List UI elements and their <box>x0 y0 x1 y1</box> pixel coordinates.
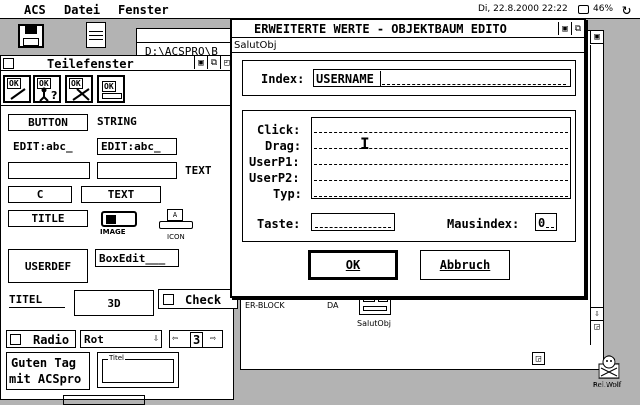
extended-values-dialog[interactable]: ERWEITERTE WERTE - OBJEKTBAUM EDITO ▣ ⧉ … <box>230 18 586 298</box>
tool-ok-person-icon[interactable]: OK ? <box>33 75 61 103</box>
part-string[interactable]: STRING <box>97 115 137 128</box>
ibeam-cursor-icon: I <box>360 134 370 153</box>
battery-icon <box>578 5 589 14</box>
part-icon-caption: ICON <box>167 233 185 241</box>
fuller-icon[interactable]: ▣ <box>590 31 603 44</box>
wolf-mascot-label: Rei.Wolf <box>593 381 622 389</box>
part-box-empty[interactable] <box>8 162 90 179</box>
abbruch-button-label: Abbruch <box>439 258 491 272</box>
part-icon-icon[interactable]: A <box>159 209 193 231</box>
close-icon[interactable] <box>3 58 14 69</box>
spin-left-icon[interactable]: ⇦ <box>172 333 178 344</box>
menu-datei[interactable]: Datei <box>64 3 100 17</box>
teilefenster-title: Teilefenster <box>47 57 134 71</box>
part-image-caption: IMAGE <box>100 228 126 236</box>
iconify-icon[interactable]: ▣ <box>194 56 207 69</box>
drag-label: Drag: <box>265 139 302 153</box>
block-label: ER-BLOCK <box>245 301 285 310</box>
dialog-title: ERWEITERTE WERTE - OBJEKTBAUM EDITO <box>254 22 507 36</box>
click-label: Click: <box>257 123 301 137</box>
index-group: Index: USERNAME <box>242 60 576 96</box>
userp2-field[interactable] <box>314 180 568 181</box>
part-titel[interactable]: TITEL <box>9 293 42 306</box>
menu-acs[interactable]: ACS <box>24 3 46 17</box>
menu-fenster[interactable]: Fenster <box>118 3 169 17</box>
typ-label: Typ: <box>273 187 302 201</box>
iconify-icon[interactable]: ⧉ <box>571 22 584 35</box>
groupbox-title: Titel <box>108 354 126 362</box>
scroll-down-icon[interactable]: ⇩ <box>590 307 603 320</box>
typ-field[interactable] <box>314 196 568 197</box>
taste-label: Taste: <box>257 217 301 231</box>
ok-button[interactable]: OK <box>308 250 398 280</box>
drag-field[interactable] <box>314 148 568 149</box>
fuller-icon[interactable]: ▣ <box>558 22 571 35</box>
menu-bar: ACS Datei Fenster Di, 22.8.2000 22:22 46… <box>0 0 640 19</box>
maus-label: Mausindex: <box>447 217 520 231</box>
part-text-button[interactable]: TEXT <box>81 186 161 203</box>
part-bottom-box[interactable] <box>63 395 145 405</box>
part-check[interactable]: Check <box>158 289 238 309</box>
teilefenster-window[interactable]: Teilefenster ▣ ⧉ ◰ OK OK ? OK OK BUTTON … <box>0 55 238 405</box>
taste-input[interactable] <box>311 213 395 231</box>
fields-input-area[interactable]: I <box>311 117 571 199</box>
tool-ok-eraser-icon[interactable]: OK <box>65 75 93 103</box>
da-label: DA <box>327 301 339 310</box>
abbruch-button[interactable]: Abbruch <box>420 250 510 280</box>
maus-input[interactable]: 0 <box>535 213 557 231</box>
userp1-field[interactable] <box>314 164 568 165</box>
size-icon[interactable]: ◲ <box>590 320 603 333</box>
spin-value: 3 <box>190 332 204 348</box>
part-edit-plain[interactable]: EDIT:abc_ <box>13 140 73 153</box>
checkbox-icon[interactable] <box>163 294 174 305</box>
scrollbar-vertical[interactable] <box>590 45 603 345</box>
sync-icon[interactable]: ↻ <box>622 1 631 17</box>
part-boxedit[interactable]: BoxEdit___ <box>95 249 179 267</box>
index-label: Index: <box>261 72 305 86</box>
backdrop-icon[interactable]: ⧉ <box>207 56 220 69</box>
spin-right-icon[interactable]: ⇨ <box>210 333 216 344</box>
part-box-empty-2[interactable] <box>97 162 177 179</box>
text-cursor <box>380 71 381 86</box>
part-edit-framed[interactable]: EDIT:abc_ <box>97 138 177 155</box>
svg-text:?: ? <box>51 89 57 101</box>
tree-object-label: SalutObj <box>357 319 392 328</box>
part-button[interactable]: BUTTON <box>8 114 88 131</box>
dialog-subtitle-bar: SalutObj <box>232 39 584 53</box>
part-groupbox[interactable]: Titel <box>97 352 179 388</box>
tool-ok-window-icon[interactable]: OK <box>97 75 125 103</box>
part-guten-tag[interactable]: Guten Tag mit ACSpro <box>6 352 90 390</box>
click-field[interactable] <box>314 132 568 133</box>
part-radio[interactable]: Radio <box>6 330 76 348</box>
tool-ok-pen-icon[interactable]: OK <box>3 75 31 103</box>
dialog-titlebar[interactable]: ERWEITERTE WERTE - OBJEKTBAUM EDITO ▣ ⧉ <box>232 20 584 38</box>
part-text[interactable]: TEXT <box>185 164 212 177</box>
part-title[interactable]: TITLE <box>8 210 88 227</box>
floppy-disk-icon[interactable] <box>18 24 44 48</box>
dropdown-arrow-icon[interactable]: ⇩ <box>153 333 159 344</box>
userp2-label: UserP2: <box>249 171 300 185</box>
clock: Di, 22.8.2000 22:22 <box>478 4 568 14</box>
part-rot-dropdown[interactable]: Rot ⇩ <box>80 330 162 348</box>
part-3d[interactable]: 3D <box>74 290 154 316</box>
index-input[interactable]: USERNAME <box>313 69 571 87</box>
notepad-icon[interactable] <box>86 22 106 48</box>
userp1-label: UserP1: <box>249 155 300 169</box>
part-spinner[interactable]: ⇦ 3 ⇨ <box>169 330 223 348</box>
bottom-right-gadget-icon[interactable]: ◲ <box>532 352 545 365</box>
part-c[interactable]: C <box>8 186 72 203</box>
ok-button-label: OK <box>345 258 361 272</box>
part-image-icon[interactable] <box>101 211 137 227</box>
wolf-mascot-icon[interactable] <box>596 354 622 380</box>
dialog-subtitle: SalutObj <box>234 40 277 51</box>
toolbar: OK OK ? OK OK <box>1 72 233 106</box>
battery-percent: 46% <box>593 4 614 14</box>
fields-group: Click: Drag: UserP1: UserP2: Typ: I Tast… <box>242 110 576 242</box>
part-titel-underline <box>9 307 65 308</box>
teilefenster-titlebar[interactable]: Teilefenster ▣ ⧉ ◰ <box>1 56 233 71</box>
part-userdef[interactable]: USERDEF <box>8 249 88 283</box>
radio-icon[interactable] <box>10 334 21 345</box>
